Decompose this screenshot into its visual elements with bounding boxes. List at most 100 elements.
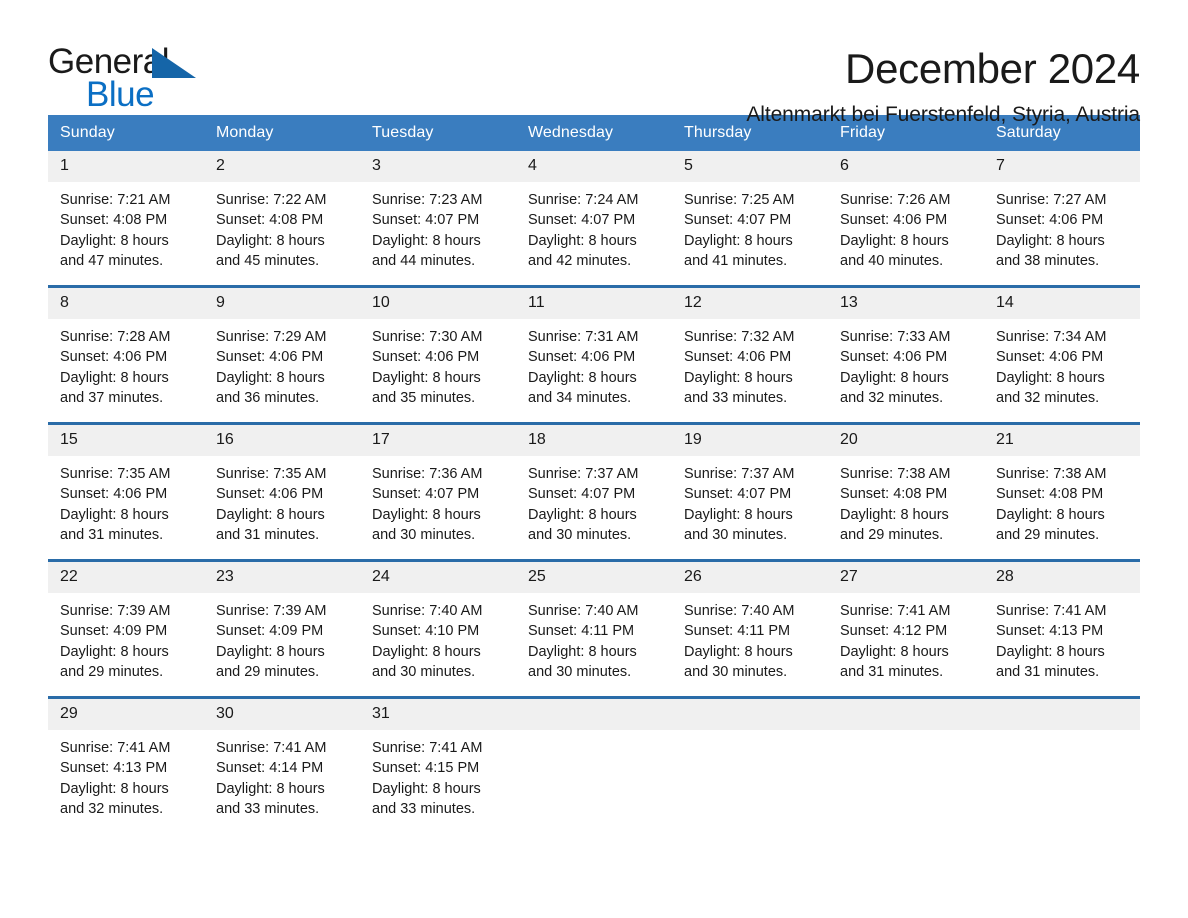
sunset-text: Sunset: 4:07 PM	[372, 486, 480, 503]
sunset-text: Sunset: 4:06 PM	[684, 349, 792, 366]
day-cell[interactable]: 7 Sunrise: 7:27 AM Sunset: 4:06 PM Daylight…	[984, 151, 1140, 285]
day-cell[interactable]: 6 Sunrise: 7:26 AM Sunset: 4:06 PM Daylight…	[828, 151, 984, 285]
day-cell[interactable]: 5 Sunrise: 7:25 AM Sunset: 4:07 PM Daylight…	[672, 151, 828, 285]
weekday-friday: Friday	[840, 124, 886, 141]
daylight-text-line2: and 29 minutes.	[996, 527, 1100, 544]
day-cell[interactable]: 11 Sunrise: 7:31 AM Sunset: 4:06 PM Dayligh…	[516, 288, 672, 422]
day-cell[interactable]: 1 Sunrise: 7:21 AM Sunset: 4:08 PM Daylight…	[48, 151, 204, 285]
sunrise-text: Sunrise: 7:37 AM	[528, 466, 639, 482]
week-row: 22 Sunrise: 7:39 AM Sunset: 4:09 PM Dayligh…	[48, 559, 1140, 696]
day-cell[interactable]: 4 Sunrise: 7:24 AM Sunset: 4:07 PM Daylight…	[516, 151, 672, 285]
day-cell-empty	[828, 699, 984, 833]
day-cell[interactable]: 23 Sunrise: 7:39 AM Sunset: 4:09 PM Dayligh…	[204, 562, 360, 696]
daylight-text-line1: Daylight: 8 hours	[996, 232, 1105, 249]
day-cell-empty	[984, 699, 1140, 833]
day-details: Sunrise: 7:38 AM Sunset: 4:08 PM Daylight:…	[828, 456, 984, 546]
sunset-text: Sunset: 4:08 PM	[216, 212, 324, 229]
day-number: 15	[48, 425, 204, 456]
daylight-text-line2: and 30 minutes.	[684, 527, 788, 544]
daylight-text-line1: Daylight: 8 hours	[840, 506, 949, 523]
daylight-text-line2: and 31 minutes.	[840, 664, 944, 681]
day-cell[interactable]: 2 Sunrise: 7:22 AM Sunset: 4:08 PM Daylight…	[204, 151, 360, 285]
daylight-text-line2: and 44 minutes.	[372, 253, 476, 270]
sunrise-text: Sunrise: 7:26 AM	[840, 192, 951, 208]
daylight-text-line2: and 32 minutes.	[60, 801, 164, 818]
week-row: 1 Sunrise: 7:21 AM Sunset: 4:08 PM Daylight…	[48, 151, 1140, 285]
day-cell[interactable]: 21 Sunrise: 7:38 AM Sunset: 4:08 PM Dayligh…	[984, 425, 1140, 559]
daylight-text-line1: Daylight: 8 hours	[372, 780, 481, 797]
sunrise-text: Sunrise: 7:31 AM	[528, 329, 639, 345]
sunrise-text: Sunrise: 7:36 AM	[372, 466, 483, 482]
day-cell[interactable]: 22 Sunrise: 7:39 AM Sunset: 4:09 PM Dayligh…	[48, 562, 204, 696]
sunset-text: Sunset: 4:13 PM	[996, 623, 1104, 640]
day-number: 12	[672, 288, 828, 319]
day-cell[interactable]: 25 Sunrise: 7:40 AM Sunset: 4:11 PM Dayligh…	[516, 562, 672, 696]
daylight-text-line2: and 31 minutes.	[216, 527, 320, 544]
daylight-text-line2: and 31 minutes.	[60, 527, 164, 544]
day-details: Sunrise: 7:26 AM Sunset: 4:06 PM Daylight:…	[828, 182, 984, 272]
sunset-text: Sunset: 4:08 PM	[996, 486, 1104, 503]
daylight-text-line2: and 32 minutes.	[996, 390, 1100, 407]
sunrise-text: Sunrise: 7:41 AM	[60, 740, 171, 756]
day-cell[interactable]: 13 Sunrise: 7:33 AM Sunset: 4:06 PM Dayligh…	[828, 288, 984, 422]
day-details: Sunrise: 7:34 AM Sunset: 4:06 PM Daylight:…	[984, 319, 1140, 409]
sunset-text: Sunset: 4:06 PM	[996, 212, 1104, 229]
day-cell[interactable]: 12 Sunrise: 7:32 AM Sunset: 4:06 PM Dayligh…	[672, 288, 828, 422]
day-cell-empty	[516, 699, 672, 833]
daylight-text-line1: Daylight: 8 hours	[60, 369, 169, 386]
daylight-text-line1: Daylight: 8 hours	[996, 506, 1105, 523]
day-cell[interactable]: 26 Sunrise: 7:40 AM Sunset: 4:11 PM Dayligh…	[672, 562, 828, 696]
general-blue-logo[interactable]: General Blue	[48, 44, 208, 116]
daylight-text-line2: and 35 minutes.	[372, 390, 476, 407]
day-cell[interactable]: 3 Sunrise: 7:23 AM Sunset: 4:07 PM Daylight…	[360, 151, 516, 285]
day-number: 5	[672, 151, 828, 182]
daylight-text-line1: Daylight: 8 hours	[840, 369, 949, 386]
daylight-text-line2: and 40 minutes.	[840, 253, 944, 270]
sunset-text: Sunset: 4:09 PM	[216, 623, 324, 640]
day-details: Sunrise: 7:41 AM Sunset: 4:13 PM Daylight:…	[984, 593, 1140, 683]
day-cell[interactable]: 24 Sunrise: 7:40 AM Sunset: 4:10 PM Dayligh…	[360, 562, 516, 696]
daylight-text-line1: Daylight: 8 hours	[996, 643, 1105, 660]
sunset-text: Sunset: 4:06 PM	[840, 349, 948, 366]
day-details: Sunrise: 7:28 AM Sunset: 4:06 PM Daylight:…	[48, 319, 204, 409]
day-number: 26	[672, 562, 828, 593]
sunrise-text: Sunrise: 7:27 AM	[996, 192, 1107, 208]
day-cell[interactable]: 19 Sunrise: 7:37 AM Sunset: 4:07 PM Dayligh…	[672, 425, 828, 559]
sunrise-text: Sunrise: 7:22 AM	[216, 192, 327, 208]
sunset-text: Sunset: 4:12 PM	[840, 623, 948, 640]
day-details: Sunrise: 7:40 AM Sunset: 4:11 PM Daylight:…	[672, 593, 828, 683]
day-number: 8	[48, 288, 204, 319]
day-cell[interactable]: 9 Sunrise: 7:29 AM Sunset: 4:06 PM Daylight…	[204, 288, 360, 422]
sunrise-text: Sunrise: 7:39 AM	[60, 603, 171, 619]
day-cell[interactable]: 8 Sunrise: 7:28 AM Sunset: 4:06 PM Daylight…	[48, 288, 204, 422]
day-details: Sunrise: 7:24 AM Sunset: 4:07 PM Daylight:…	[516, 182, 672, 272]
daylight-text-line1: Daylight: 8 hours	[60, 643, 169, 660]
daylight-text-line2: and 38 minutes.	[996, 253, 1100, 270]
sunrise-text: Sunrise: 7:34 AM	[996, 329, 1107, 345]
sunset-text: Sunset: 4:06 PM	[996, 349, 1104, 366]
day-cell[interactable]: 31 Sunrise: 7:41 AM Sunset: 4:15 PM Dayligh…	[360, 699, 516, 833]
sunset-text: Sunset: 4:06 PM	[60, 349, 168, 366]
day-cell[interactable]: 27 Sunrise: 7:41 AM Sunset: 4:12 PM Dayligh…	[828, 562, 984, 696]
sunrise-text: Sunrise: 7:30 AM	[372, 329, 483, 345]
day-number: 19	[672, 425, 828, 456]
day-cell[interactable]: 14 Sunrise: 7:34 AM Sunset: 4:06 PM Dayligh…	[984, 288, 1140, 422]
day-details: Sunrise: 7:25 AM Sunset: 4:07 PM Daylight:…	[672, 182, 828, 272]
daylight-text-line2: and 30 minutes.	[372, 527, 476, 544]
daylight-text-line2: and 33 minutes.	[684, 390, 788, 407]
day-details: Sunrise: 7:35 AM Sunset: 4:06 PM Daylight:…	[204, 456, 360, 546]
day-cell[interactable]: 15 Sunrise: 7:35 AM Sunset: 4:06 PM Dayligh…	[48, 425, 204, 559]
daylight-text-line1: Daylight: 8 hours	[684, 369, 793, 386]
day-cell[interactable]: 29 Sunrise: 7:41 AM Sunset: 4:13 PM Dayligh…	[48, 699, 204, 833]
day-details: Sunrise: 7:37 AM Sunset: 4:07 PM Daylight:…	[672, 456, 828, 546]
daylight-text-line1: Daylight: 8 hours	[840, 232, 949, 249]
day-number: 30	[204, 699, 360, 730]
day-cell[interactable]: 28 Sunrise: 7:41 AM Sunset: 4:13 PM Dayligh…	[984, 562, 1140, 696]
day-cell[interactable]: 10 Sunrise: 7:30 AM Sunset: 4:06 PM Dayligh…	[360, 288, 516, 422]
day-cell[interactable]: 17 Sunrise: 7:36 AM Sunset: 4:07 PM Dayligh…	[360, 425, 516, 559]
daylight-text-line2: and 33 minutes.	[216, 801, 320, 818]
day-cell[interactable]: 30 Sunrise: 7:41 AM Sunset: 4:14 PM Dayligh…	[204, 699, 360, 833]
day-cell[interactable]: 20 Sunrise: 7:38 AM Sunset: 4:08 PM Dayligh…	[828, 425, 984, 559]
day-cell[interactable]: 16 Sunrise: 7:35 AM Sunset: 4:06 PM Dayligh…	[204, 425, 360, 559]
day-cell[interactable]: 18 Sunrise: 7:37 AM Sunset: 4:07 PM Dayligh…	[516, 425, 672, 559]
